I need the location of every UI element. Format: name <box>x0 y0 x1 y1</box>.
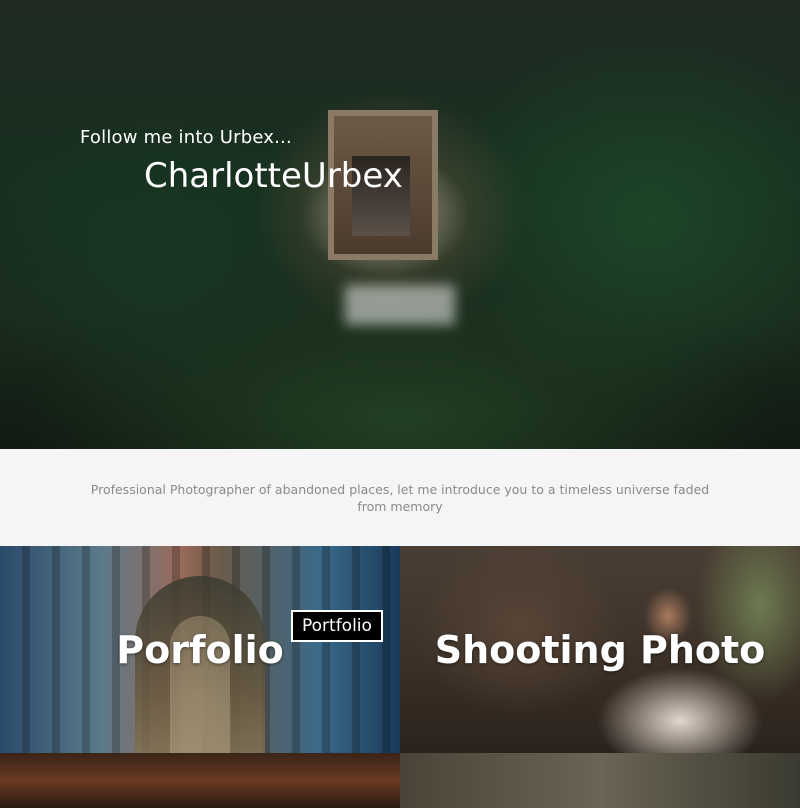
portfolio-badge[interactable]: Portfolio <box>291 610 383 642</box>
hero-banner: Follow me into Urbex... CharlotteUrbex <box>0 0 800 449</box>
shooting-photo-tile-title: Shooting Photo <box>434 628 766 672</box>
category-grid: Porfolio Portfolio Shooting Photo <box>0 546 800 808</box>
hero-background-light <box>345 285 455 325</box>
portfolio-tile[interactable]: Porfolio Portfolio <box>0 546 400 753</box>
shooting-photo-tile[interactable]: Shooting Photo <box>400 546 800 753</box>
intro-text: Professional Photographer of abandoned p… <box>90 481 710 514</box>
intro-section: Professional Photographer of abandoned p… <box>0 449 800 546</box>
gallery-tile[interactable] <box>400 753 800 808</box>
site-title: CharlotteUrbex <box>144 156 403 196</box>
hero-subtitle: Follow me into Urbex... <box>80 127 292 148</box>
gallery-tile[interactable] <box>0 753 400 808</box>
